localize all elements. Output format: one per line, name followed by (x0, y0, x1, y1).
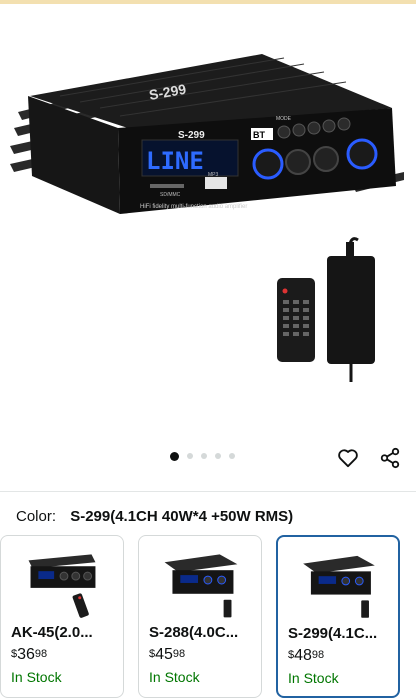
variant-thumbnail (164, 554, 238, 618)
price-fraction: 98 (172, 648, 186, 660)
price-currency: $ (288, 649, 295, 661)
variant-card[interactable]: S-288(4.0C... $4598 In Stock (138, 535, 262, 698)
variant-name: S-288(4.0C... (149, 624, 239, 641)
variant-name: S-299(4.1C... (288, 625, 378, 642)
heart-icon (338, 449, 358, 468)
variant-name: AK-45(2.0... (11, 624, 93, 641)
variant-price: $4898 (288, 647, 324, 665)
variant-stock: In Stock (288, 670, 339, 686)
color-label: Color: (16, 508, 57, 525)
variant-list: AK-45(2.0... $3698 In Stock S-288(4.0C..… (0, 535, 416, 698)
variant-price: $3698 (11, 646, 47, 664)
variant-price: $4598 (149, 646, 185, 664)
price-whole: 45 (155, 646, 173, 663)
carousel-dot[interactable] (201, 453, 207, 459)
favorite-button[interactable] (334, 444, 362, 472)
variant-card-selected[interactable]: S-299(4.1C... $4898 In Stock (276, 535, 400, 698)
tagline: HiFi fidelity multi-function audio ampli… (140, 204, 247, 210)
share-button[interactable] (376, 444, 404, 472)
color-selector-row: Color: S-299(4.1CH 40W*4 +50W RMS) (16, 508, 293, 525)
price-whole: 36 (17, 646, 35, 663)
carousel-dot[interactable] (170, 451, 179, 461)
variant-thumbnail (303, 555, 375, 618)
mp3-label: MP3 (208, 172, 219, 178)
price-fraction: 98 (34, 648, 48, 660)
variant-card[interactable]: AK-45(2.0... $3698 In Stock (0, 535, 124, 698)
price-currency: $ (11, 648, 18, 660)
display-text: LINE (146, 147, 204, 175)
share-icon (380, 447, 400, 469)
carousel-dot[interactable] (187, 453, 193, 459)
image-carousel-dots[interactable] (170, 451, 235, 461)
price-fraction: 98 (311, 649, 325, 661)
sd-label: SD/MMC (160, 192, 181, 198)
price-currency: $ (149, 648, 156, 660)
product-image[interactable]: S-299 S-299 LINE BT MODE SD/MMC MP3 HiFi… (0, 4, 416, 444)
front-model-text: S-299 (178, 130, 205, 141)
carousel-dot[interactable] (229, 453, 235, 459)
price-whole: 48 (294, 647, 312, 664)
variant-stock: In Stock (149, 669, 200, 685)
variant-thumbnail (28, 554, 96, 618)
variant-stock: In Stock (11, 669, 62, 685)
bt-badge: BT (253, 130, 265, 140)
mode-label: MODE (276, 116, 292, 122)
section-divider (0, 491, 416, 492)
carousel-dot[interactable] (215, 453, 221, 459)
color-selected-value: S-299(4.1CH 40W*4 +50W RMS) (70, 508, 294, 525)
amplifier-illustration: S-299 S-299 LINE BT MODE SD/MMC MP3 HiFi… (10, 54, 404, 382)
